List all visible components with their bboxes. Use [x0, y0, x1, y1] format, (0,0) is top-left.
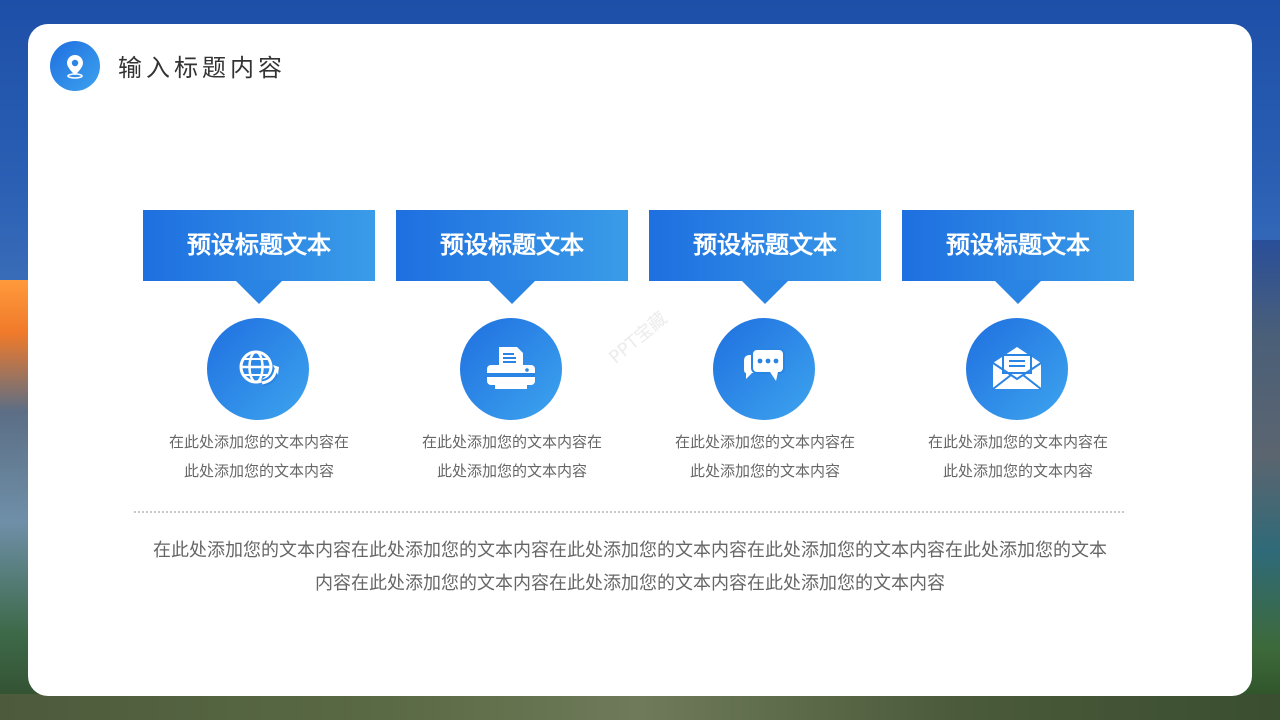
- step-description: 在此处添加您的文本内容在 此处添加您的文本内容: [927, 433, 1108, 480]
- step-card-2: 预设标题文本 在此处添加您的文本内容在 此处添加您的文本内容: [396, 210, 628, 482]
- step-card-4: 预设标题文本 在此处添加您的文本内容在 此处添加您的文本内容: [902, 210, 1134, 482]
- location-pin-icon: [50, 41, 100, 91]
- printer-icon: [460, 318, 562, 420]
- background-scenery-bottom: [0, 694, 1280, 720]
- step-title: 预设标题文本: [649, 210, 881, 281]
- step-pointer: [741, 280, 789, 304]
- step-title: 预设标题文本: [143, 210, 375, 281]
- page-title: 输入标题内容: [118, 54, 286, 82]
- step-pointer: [235, 280, 283, 304]
- globe-refresh-icon: [207, 318, 309, 420]
- step-card-3: 预设标题文本 在此处添加您的文本内容在 此处添加您的文本内容: [649, 210, 881, 482]
- slide-card: 输入标题内容 PPT宝藏 预设标题文本 在此处添加您的文本内容在 此处添加您的文…: [28, 24, 1252, 696]
- step-title: 预设标题文本: [396, 210, 628, 281]
- envelope-icon: [966, 318, 1068, 420]
- step-pointer: [488, 280, 536, 304]
- step-card-1: 预设标题文本 在此处添加您的文本内容在 此处添加您的文本内容: [143, 210, 375, 482]
- chat-bubbles-icon: [713, 318, 815, 420]
- step-title: 预设标题文本: [902, 210, 1134, 281]
- step-description: 在此处添加您的文本内容在 此处添加您的文本内容: [674, 433, 855, 480]
- step-description: 在此处添加您的文本内容在 此处添加您的文本内容: [421, 433, 602, 480]
- summary-paragraph: 在此处添加您的文本内容在此处添加您的文本内容在此处添加您的文本内容在此处添加您的…: [153, 540, 1107, 594]
- step-description: 在此处添加您的文本内容在 此处添加您的文本内容: [168, 433, 349, 480]
- dotted-divider: [134, 511, 1124, 513]
- step-pointer: [994, 280, 1042, 304]
